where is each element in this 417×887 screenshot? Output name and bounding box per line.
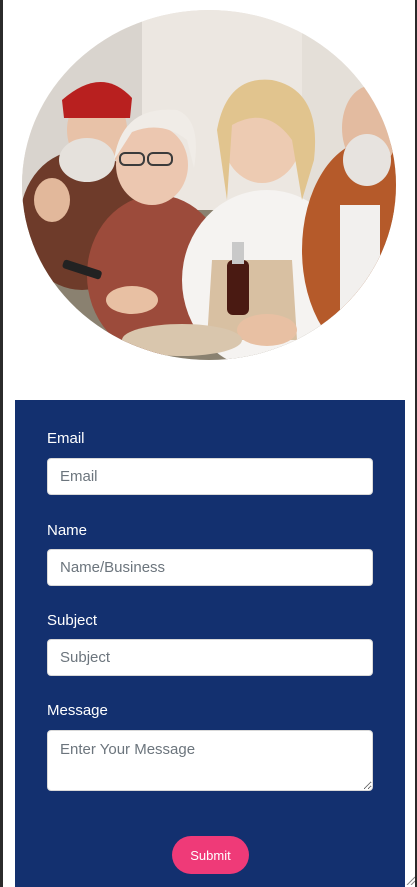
resize-grip-icon[interactable] (405, 875, 415, 885)
name-label: Name (47, 522, 88, 539)
left-window-border (0, 0, 3, 887)
subject-field[interactable] (47, 639, 373, 676)
email-label: Email (47, 430, 85, 447)
page: Email Name Subject Message Submit (0, 0, 417, 887)
submit-button[interactable]: Submit (172, 836, 249, 874)
message-label: Message (47, 702, 108, 719)
email-field[interactable] (47, 458, 373, 495)
group-photo-icon (22, 10, 396, 360)
name-field[interactable] (47, 549, 373, 586)
subject-label: Subject (47, 612, 98, 629)
message-field[interactable] (47, 730, 373, 791)
contact-form: Email Name Subject Message Submit (15, 400, 405, 887)
hero-photo (22, 10, 396, 360)
